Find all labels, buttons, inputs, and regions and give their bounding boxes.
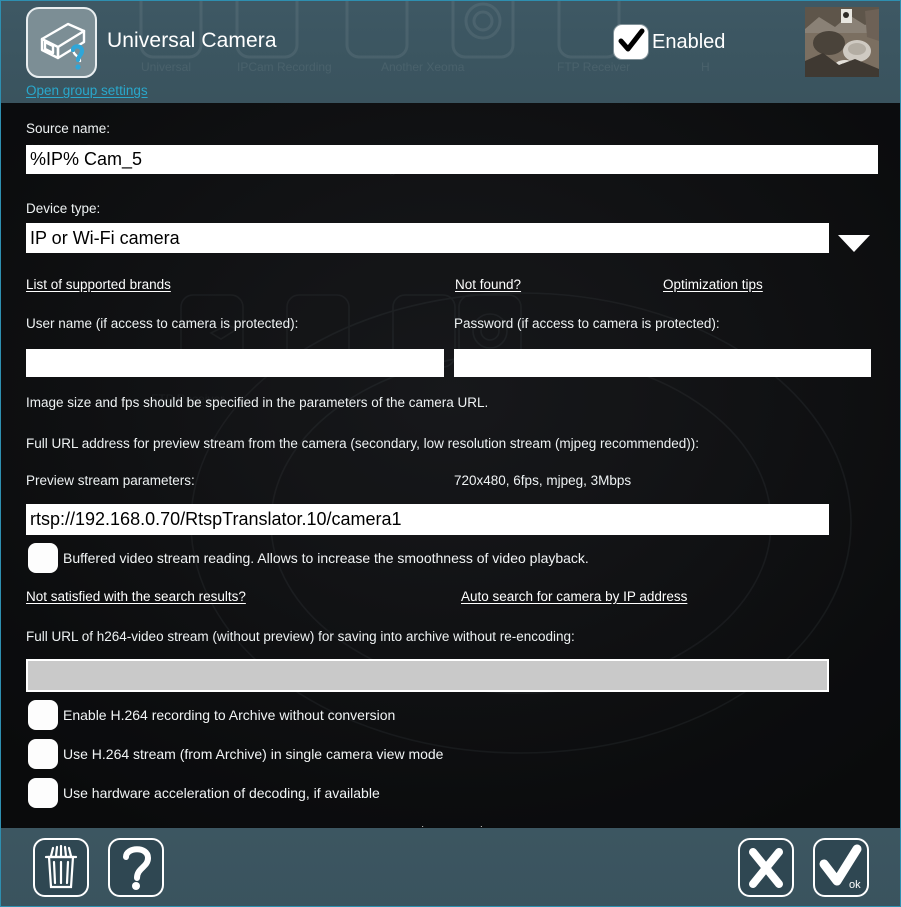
hardware-acceleration-checkbox[interactable]	[28, 778, 58, 808]
open-group-settings-link[interactable]: Open group settings	[26, 83, 148, 98]
ok-sublabel: ok	[849, 879, 861, 891]
source-name-label: Source name:	[26, 121, 111, 136]
close-x-icon	[749, 848, 783, 888]
hardware-acceleration-row[interactable]: Use hardware acceleration of decoding, i…	[28, 778, 380, 808]
camera-preview-thumbnail[interactable]	[805, 7, 879, 77]
dialog-header: Universal IPCam Recording Another Xeoma …	[1, 1, 900, 103]
enabled-toggle[interactable]: Enabled	[614, 25, 725, 59]
auto-search-link[interactable]: Auto search for camera by IP address	[461, 589, 687, 604]
hardware-acceleration-label: Use hardware acceleration of decoding, i…	[63, 785, 380, 801]
username-label: User name (if access to camera is protec…	[26, 316, 299, 331]
app-icon	[26, 7, 97, 78]
svg-text:FTP Receiver: FTP Receiver	[557, 60, 630, 74]
preview-stream-parameters-label: Preview stream parameters:	[26, 473, 195, 488]
device-type-input[interactable]	[26, 223, 829, 253]
buffered-video-label: Buffered video stream reading. Allows to…	[63, 550, 589, 566]
enable-h264-recording-row[interactable]: Enable H.264 recording to Archive withou…	[28, 700, 395, 730]
use-h264-stream-row[interactable]: Use H.264 stream (from Archive) in singl…	[28, 739, 443, 769]
preview-stream-url-input[interactable]	[26, 504, 829, 535]
enabled-checkbox[interactable]	[614, 25, 648, 59]
not-found-link[interactable]: Not found?	[455, 277, 521, 292]
svg-text:IPCam Recording: IPCam Recording	[237, 60, 332, 74]
h264-url-input[interactable]	[26, 659, 829, 692]
ok-button[interactable]: ok	[813, 838, 869, 897]
enable-h264-recording-label: Enable H.264 recording to Archive withou…	[63, 707, 396, 723]
camera-settings-dialog: Universal IPCam Recording Another Xeoma …	[0, 0, 901, 907]
buffered-video-row[interactable]: Buffered video stream reading. Allows to…	[28, 543, 589, 573]
password-input[interactable]	[454, 349, 871, 377]
device-type-label: Device type:	[26, 201, 101, 216]
cctv-camera-question-icon	[40, 22, 86, 70]
page-title: Universal Camera	[107, 29, 277, 52]
dialog-body: Universal Camera IPCam Recording Another…	[1, 103, 900, 827]
optimization-tips-link[interactable]: Optimization tips	[663, 277, 763, 292]
question-mark-icon	[123, 846, 152, 890]
image-size-note: Image size and fps should be specified i…	[26, 395, 489, 410]
preview-stream-parameters-value: 720x480, 6fps, mjpeg, 3Mbps	[454, 473, 632, 488]
checkmark-icon: ok	[819, 844, 862, 891]
preview-image	[805, 7, 879, 77]
svg-text:Another Xeoma: Another Xeoma	[381, 60, 465, 74]
enabled-label: Enabled	[652, 30, 726, 53]
use-h264-stream-checkbox[interactable]	[28, 739, 58, 769]
trash-icon	[44, 844, 78, 889]
password-label: Password (if access to camera is protect…	[454, 316, 720, 331]
list-of-supported-brands-link[interactable]: List of supported brands	[26, 277, 171, 292]
dialog-footer: ok	[1, 827, 900, 906]
not-satisfied-link[interactable]: Not satisfied with the search results?	[26, 589, 246, 604]
delete-button[interactable]	[33, 838, 89, 897]
username-input[interactable]	[26, 349, 444, 377]
device-type-dropdown-button[interactable]	[837, 233, 871, 258]
chevron-down-icon	[838, 235, 870, 252]
h264-url-note: Full URL of h264-video stream (without p…	[26, 629, 575, 644]
preview-url-note: Full URL address for preview stream from…	[26, 436, 699, 451]
help-button[interactable]	[108, 838, 164, 897]
cancel-button[interactable]	[738, 838, 794, 897]
svg-text:Universal: Universal	[141, 60, 191, 74]
use-h264-stream-label: Use H.264 stream (from Archive) in singl…	[63, 746, 444, 762]
checkmark-icon	[618, 28, 645, 52]
svg-text:H: H	[701, 60, 710, 74]
source-name-input[interactable]	[26, 145, 878, 174]
buffered-video-checkbox[interactable]	[28, 543, 58, 573]
enable-h264-recording-checkbox[interactable]	[28, 700, 58, 730]
